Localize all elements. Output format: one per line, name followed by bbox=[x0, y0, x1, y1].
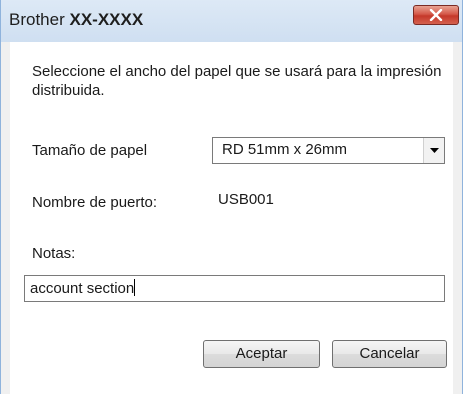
accept-button[interactable]: Aceptar bbox=[203, 340, 320, 368]
notes-value: account section bbox=[30, 280, 135, 297]
title-brand: Brother bbox=[9, 10, 65, 29]
chevron-down-icon bbox=[430, 148, 439, 153]
instructions-text: Seleccione el ancho del papel que se usa… bbox=[32, 63, 442, 99]
port-name-label: Nombre de puerto: bbox=[32, 194, 158, 211]
port-name-value: USB001 bbox=[218, 191, 274, 208]
paper-size-dropdown-button[interactable] bbox=[423, 138, 444, 163]
notes-label: Notas: bbox=[32, 245, 76, 262]
cancel-button[interactable]: Cancelar bbox=[332, 340, 447, 368]
title-model: XX-XXXX bbox=[69, 10, 144, 29]
dialog-window: Brother XX-XXXX Seleccione el ancho del … bbox=[0, 0, 463, 394]
dialog-content: Seleccione el ancho del papel que se usa… bbox=[10, 42, 453, 394]
paper-size-select[interactable]: RD 51mm x 26mm bbox=[212, 137, 445, 164]
paper-size-label: Tamaño de papel bbox=[32, 142, 148, 159]
text-caret bbox=[134, 279, 136, 296]
notes-input[interactable]: account section bbox=[24, 275, 445, 302]
close-x-icon bbox=[429, 9, 443, 21]
window-title: Brother XX-XXXX bbox=[9, 10, 143, 30]
paper-size-value: RD 51mm x 26mm bbox=[222, 141, 348, 158]
close-button[interactable] bbox=[413, 5, 459, 25]
title-bar[interactable]: Brother XX-XXXX bbox=[1, 0, 462, 42]
